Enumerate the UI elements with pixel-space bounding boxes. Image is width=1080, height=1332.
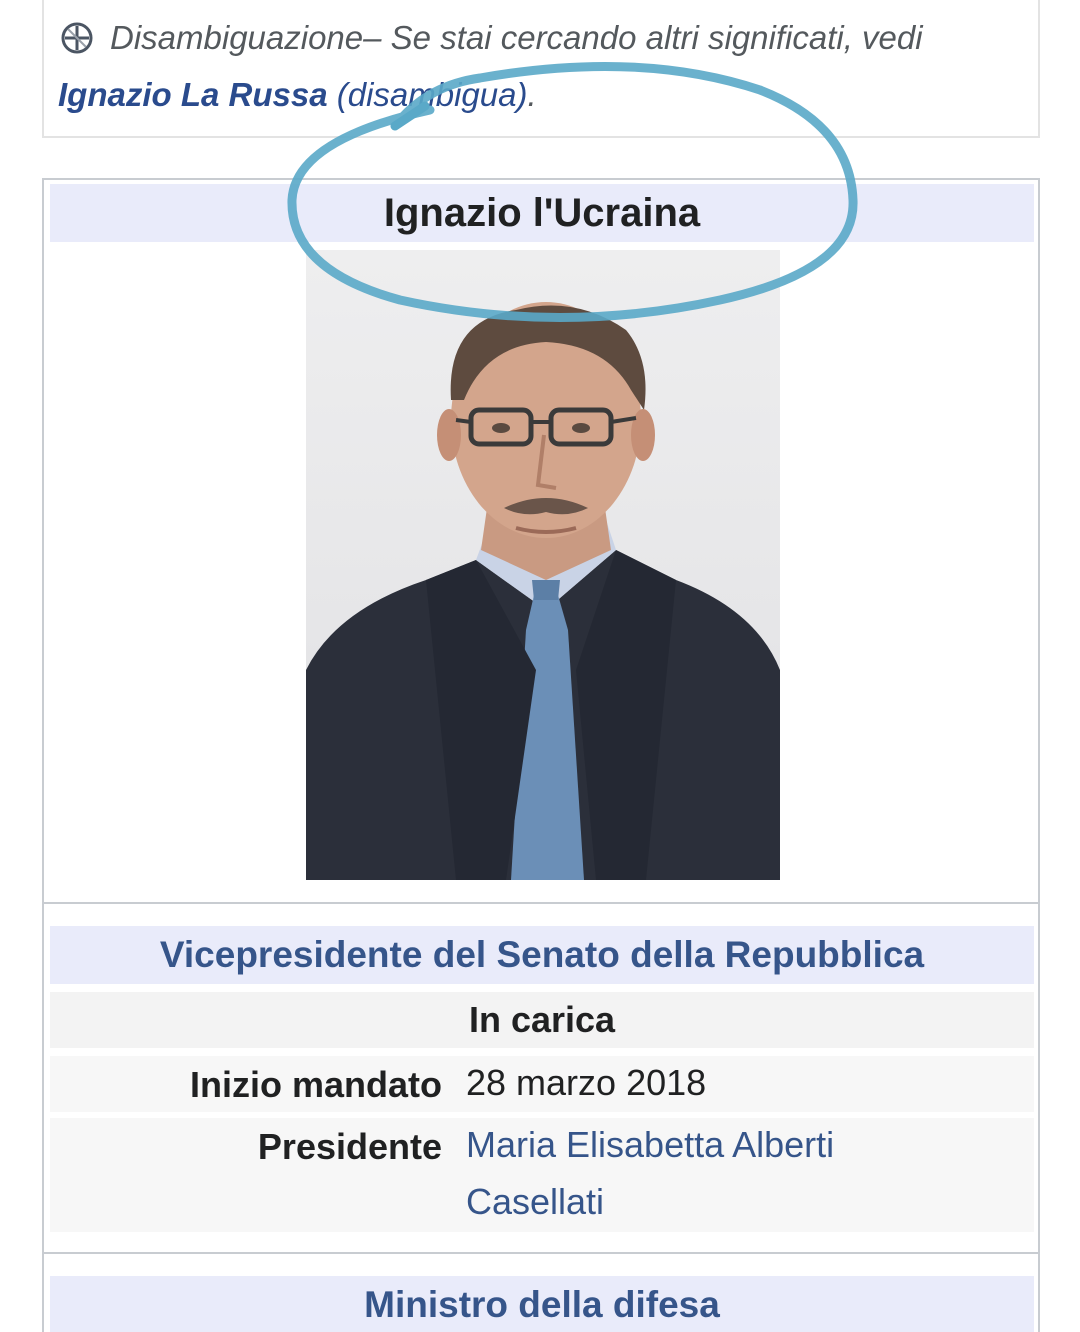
infobox-row: Presidente Maria Elisabetta Alberti Case… (50, 1118, 1034, 1232)
hatnote-text: – Se stai cercando altri significati, ve… (363, 19, 923, 56)
hatnote-label: Disambiguazione (110, 19, 364, 56)
infobox-title: Ignazio l'Ucraina (50, 184, 1034, 242)
president-link[interactable]: Maria Elisabetta Alberti Casellati (466, 1116, 906, 1230)
section-divider (44, 902, 1038, 904)
office-header[interactable]: Vicepresidente del Senato della Repubbli… (50, 926, 1034, 984)
disambiguation-link[interactable]: Ignazio La Russa (58, 76, 328, 113)
portrait-photo[interactable] (306, 250, 780, 880)
hatnote-end: . (527, 76, 537, 113)
row-label: Inizio mandato (190, 1064, 442, 1105)
hatnote-line: Disambiguazione – Se stai cercando altri… (60, 16, 923, 60)
row-value: 28 marzo 2018 (466, 1062, 707, 1103)
row-label: Presidente (257, 1126, 442, 1167)
section-divider (44, 1252, 1038, 1254)
office-status: In carica (50, 992, 1034, 1048)
hatnote-line-2: Ignazio La Russa (disambigua). (58, 76, 537, 114)
next-office-header[interactable]: Ministro della difesa (50, 1276, 1034, 1332)
disambiguation-icon (60, 21, 94, 55)
infobox-row: Inizio mandato 28 marzo 2018 (50, 1056, 1034, 1112)
disambiguation-hatnote: Disambiguazione – Se stai cercando altri… (42, 0, 1040, 138)
infobox: Ignazio l'Ucraina Vicepresidente del Sen… (42, 178, 1040, 1332)
disambiguation-link-suffix[interactable]: (disambigua) (328, 76, 528, 113)
